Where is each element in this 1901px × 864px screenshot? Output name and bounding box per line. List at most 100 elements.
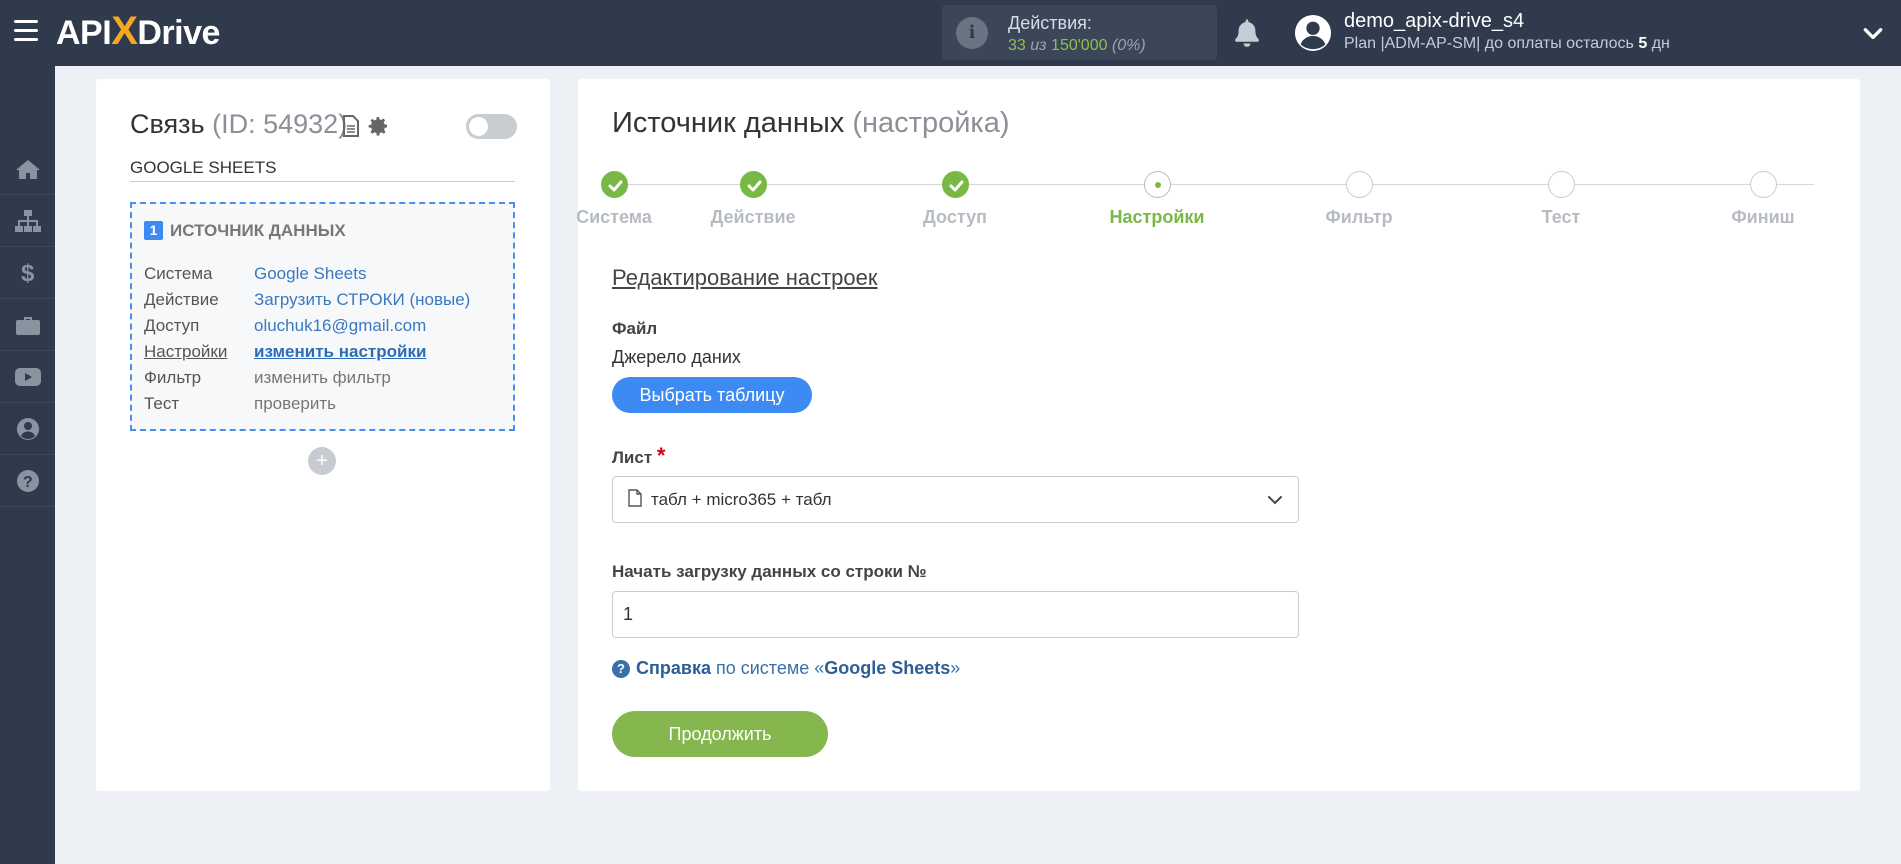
dollar-icon: $ [21, 260, 35, 286]
plan-days-suffix: дн [1651, 35, 1670, 52]
connection-title: Связь (ID: 54932) [130, 109, 347, 140]
step-pending-dot [1749, 171, 1777, 198]
continue-button[interactable]: Продолжить [612, 711, 828, 757]
sidebar-item-home[interactable] [0, 143, 55, 195]
source-test-link[interactable]: проверить [254, 394, 336, 414]
source-row-label: Настройки [144, 342, 228, 361]
connection-card: Связь (ID: 54932) GOOGLE SHEETS 1 ИСТОЧН… [96, 79, 550, 791]
step-label: Фильтр [1325, 207, 1393, 227]
step-label: Финиш [1731, 207, 1795, 227]
step-pending-dot [1345, 171, 1373, 198]
toggle-knob [469, 117, 488, 136]
sheet-label-text: Лист [612, 448, 653, 467]
chevron-down-icon[interactable] [1862, 22, 1884, 44]
step-action[interactable]: Действие [683, 171, 823, 228]
actions-percent: (0%) [1111, 37, 1146, 54]
source-row-label: Фильтр [144, 368, 202, 387]
home-icon [15, 159, 40, 179]
page-title-sub: (настройка) [852, 107, 1010, 139]
step-filter[interactable]: Фильтр [1289, 171, 1429, 228]
sidebar-item-video[interactable] [0, 351, 55, 403]
plan-text: Plan |ADM-AP-SM| до оплаты осталось [1344, 35, 1634, 52]
connection-id: (ID: 54932) [212, 109, 348, 139]
source-row-label: Тест [144, 394, 180, 413]
connection-name[interactable]: GOOGLE SHEETS [130, 158, 515, 182]
source-row-label: Доступ [144, 316, 200, 335]
step-pending-dot [1547, 171, 1575, 198]
choose-table-button[interactable]: Выбрать таблицу [612, 377, 812, 413]
menu-icon[interactable] [14, 20, 38, 42]
plan-days: 5 [1638, 35, 1648, 52]
help-text: по системе « [715, 658, 825, 678]
sidebar-item-tools[interactable] [0, 299, 55, 351]
step-label: Действие [710, 207, 796, 227]
source-title: ИСТОЧНИК ДАННЫХ [170, 221, 346, 240]
start-row-label: Начать загрузку данных со строки № [612, 562, 927, 581]
avatar[interactable] [1294, 14, 1332, 52]
source-number-badge: 1 [144, 221, 163, 240]
help-line: ? Справка по системе «Google Sheets» [612, 658, 960, 679]
step-label: Доступ [923, 207, 987, 227]
logo[interactable]: APIXDrive [56, 9, 220, 53]
sidebar: $ ? [0, 66, 55, 864]
sidebar-item-account[interactable] [0, 403, 55, 455]
user-name[interactable]: demo_apix-drive_s4 [1344, 10, 1524, 33]
source-settings-link[interactable]: изменить настройки [254, 342, 426, 362]
source-system-link[interactable]: Google Sheets [254, 264, 366, 284]
step-test[interactable]: Тест [1491, 171, 1631, 228]
file-source-text: Джерело даних [612, 347, 741, 367]
file-icon [628, 489, 642, 507]
step-active-dot [1143, 171, 1171, 198]
sidebar-item-help[interactable]: ? [0, 455, 55, 507]
source-access-link[interactable]: oluchuk16@gmail.com [254, 316, 426, 336]
section-title: Редактирование настроек [612, 265, 878, 290]
gear-icon[interactable] [366, 114, 390, 138]
user-plan: Plan |ADM-AP-SM| до оплаты осталось 5 дн [1344, 35, 1670, 53]
top-bar: APIXDrive i Действия: 33 из 150'000 (0%)… [0, 0, 1901, 66]
page-title-main: Источник данных [612, 107, 845, 139]
user-circle-icon [16, 417, 39, 440]
logo-drive: Drive [137, 14, 220, 52]
help-text-end: » [950, 658, 961, 678]
file-label: Файл [612, 319, 658, 338]
logo-x: X [111, 9, 138, 53]
source-filter-link[interactable]: изменить фильтр [254, 368, 391, 388]
question-circle-icon: ? [16, 469, 39, 492]
source-row-label: Система [144, 264, 213, 283]
sidebar-item-billing[interactable]: $ [0, 247, 55, 299]
page-title: Источник данных (настройка) [612, 107, 1010, 140]
check-icon [600, 171, 628, 198]
actions-count: 33 из 150'000 (0%) [1008, 37, 1146, 55]
add-step-button[interactable]: + [308, 447, 336, 475]
source-action-link[interactable]: Загрузить СТРОКИ (новые) [254, 290, 470, 310]
step-label: Система [576, 207, 652, 227]
source-block[interactable]: 1 ИСТОЧНИК ДАННЫХ Система Google Sheets … [130, 202, 515, 431]
bell-icon[interactable] [1232, 16, 1262, 48]
sheet-label: Лист * [612, 443, 665, 469]
check-icon [739, 171, 767, 198]
sidebar-item-connections[interactable] [0, 195, 55, 247]
step-label: Тест [1541, 207, 1581, 227]
step-settings[interactable]: Настройки [1087, 171, 1227, 228]
document-icon[interactable] [342, 115, 360, 137]
question-circle-icon: ? [612, 660, 630, 678]
svg-text:$: $ [21, 260, 35, 286]
sheet-select[interactable]: табл + micro365 + табл [612, 476, 1299, 523]
step-system[interactable]: Система [544, 171, 684, 228]
required-mark: * [656, 443, 666, 468]
chevron-down-icon [1268, 496, 1282, 505]
logo-api: API [56, 14, 112, 52]
settings-card: Источник данных (настройка) Система Дейс… [576, 79, 1860, 791]
connection-toggle[interactable] [466, 114, 517, 139]
help-system-link[interactable]: Google Sheets [824, 658, 950, 678]
step-finish[interactable]: Финиш [1693, 171, 1833, 228]
step-access[interactable]: Доступ [885, 171, 1025, 228]
svg-text:?: ? [23, 474, 33, 491]
help-link[interactable]: Справка [636, 658, 711, 678]
briefcase-icon [15, 316, 40, 335]
actions-counter: i Действия: 33 из 150'000 (0%) [942, 5, 1217, 60]
check-icon [941, 171, 969, 198]
sheet-select-value: табл + micro365 + табл [651, 490, 832, 509]
info-icon: i [956, 17, 988, 49]
start-row-input[interactable]: 1 [612, 591, 1299, 638]
